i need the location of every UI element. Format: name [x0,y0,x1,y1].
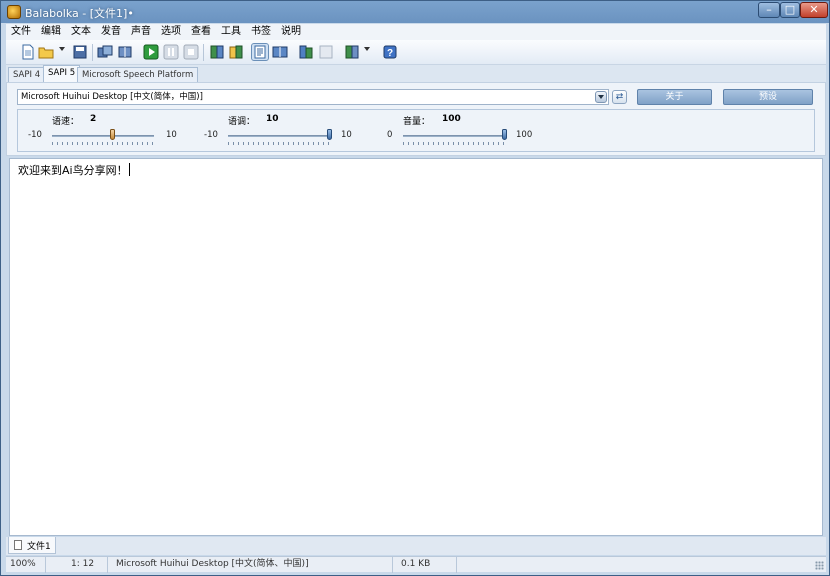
toolbar-separator [203,44,204,61]
menu-edit[interactable]: 编辑 [36,24,66,40]
help-icon[interactable]: ? [382,44,398,60]
tab-speech-platform[interactable]: Microsoft Speech Platform [77,67,199,82]
window-title: Balabolka - [文件1]• [25,7,134,20]
text-caret [129,163,130,176]
toolbar: ? [6,40,826,65]
document-tab[interactable]: 文件1 [8,537,56,554]
editor-content[interactable]: 欢迎来到Ai鸟分享网！ [18,162,128,178]
resize-grip-icon[interactable] [815,561,824,570]
pitch-slider-ticks [228,142,330,145]
volume-slider-thumb[interactable] [502,129,507,140]
rate-value: 2 [90,114,97,124]
close-button[interactable]: ✕ [800,2,828,18]
menu-bar: 文件 编辑 文本 发音 声音 选项 查看 工具 书签 说明 [6,24,826,40]
pitch-slider-track [228,135,330,137]
speak-clipboard-icon[interactable] [209,44,225,60]
dictionary-icon[interactable] [272,44,288,60]
menu-help[interactable]: 说明 [276,24,306,40]
tab-sapi5[interactable]: SAPI 5 [43,65,81,82]
pause-icon[interactable] [163,44,179,60]
open-folder-icon[interactable] [38,44,54,60]
menu-bookmarks[interactable]: 书签 [246,24,276,40]
chevron-down-icon[interactable] [595,91,607,103]
rate-slider-thumb[interactable] [110,129,116,140]
volume-value: 100 [442,114,461,124]
menu-pronunciation[interactable]: 发音 [96,24,126,40]
pitch-max-label: 10 [341,130,352,140]
volume-slider-track [403,135,505,137]
voice-select[interactable]: Microsoft Huihui Desktop [中文(简体，中国)] [17,89,609,105]
maximize-button[interactable]: □ [780,2,800,18]
volume-max-label: 100 [516,130,533,140]
pitch-label: 语调： [228,117,256,127]
text-editor[interactable]: 欢迎来到Ai鸟分享网！ [9,158,823,536]
menu-text[interactable]: 文本 [66,24,96,40]
rate-label: 语速： [52,117,80,127]
volume-slider-ticks [403,142,505,145]
menu-file[interactable]: 文件 [6,24,36,40]
pitch-slider-thumb[interactable] [327,129,332,140]
tab-sapi4[interactable]: SAPI 4 [8,67,46,82]
batch-icon[interactable] [318,44,334,60]
rate-slider-track [52,135,154,137]
status-zoom: 100% [6,557,46,573]
app-window: Balabolka - [文件1]• – □ ✕ 文件 编辑 文本 发音 声音 … [0,0,830,576]
rate-min-label: -10 [28,130,42,140]
document-tabs: 文件1 [6,537,826,555]
voice-parameters: 语速： 2 -10 10 语调： 10 -10 10 音量： 100 0 100 [17,109,815,152]
volume-min-label: 0 [387,130,393,140]
title-bar[interactable]: Balabolka - [文件1]• – □ ✕ [1,1,829,23]
svg-text:?: ? [387,48,393,59]
document-tab-label: 文件1 [27,542,51,552]
play-icon[interactable] [143,44,159,60]
open-dropdown-arrow[interactable] [59,47,65,51]
preset-button[interactable]: 预设 [723,89,813,105]
rate-slider-ticks [52,142,154,145]
minimize-button[interactable]: – [758,2,780,18]
status-voice: Microsoft Huihui Desktop [中文(简体、中国)] [108,557,393,573]
pitch-min-label: -10 [204,130,218,140]
menu-tools[interactable]: 工具 [216,24,246,40]
document-icon [14,540,22,550]
speak-clipboard-2-icon[interactable] [228,44,244,60]
split-file-icon[interactable] [117,44,133,60]
status-file-size: 0.1 KB [393,557,457,573]
menu-voice[interactable]: 声音 [126,24,156,40]
voice-settings-panel: Microsoft Huihui Desktop [中文(简体，中国)] ⇄ 关… [6,82,826,156]
api-tabs: SAPI 4 SAPI 5 Microsoft Speech Platform [6,65,826,82]
toolbar-separator [92,44,93,61]
book-icon[interactable] [344,44,360,60]
book-dropdown-arrow[interactable] [364,47,370,51]
save-icon[interactable] [72,44,88,60]
rate-max-label: 10 [166,130,177,140]
text-format-icon[interactable] [251,43,269,61]
status-cursor-position: 1: 12 [46,557,108,573]
menu-options[interactable]: 选项 [156,24,186,40]
stop-icon[interactable] [183,44,199,60]
balabolka-app-icon[interactable] [7,5,21,19]
volume-label: 音量： [403,117,431,127]
new-file-icon[interactable] [20,44,36,60]
about-voice-button[interactable]: 关于 [637,89,712,105]
voice-select-value: Microsoft Huihui Desktop [中文(简体，中国)] [21,92,203,102]
menu-view[interactable]: 查看 [186,24,216,40]
refresh-voices-button[interactable]: ⇄ [612,90,627,104]
save-audio-icon[interactable] [97,44,113,60]
convert-icon[interactable] [298,44,314,60]
status-bar: 100% 1: 12 Microsoft Huihui Desktop [中文(… [6,556,826,573]
pitch-value: 10 [266,114,279,124]
